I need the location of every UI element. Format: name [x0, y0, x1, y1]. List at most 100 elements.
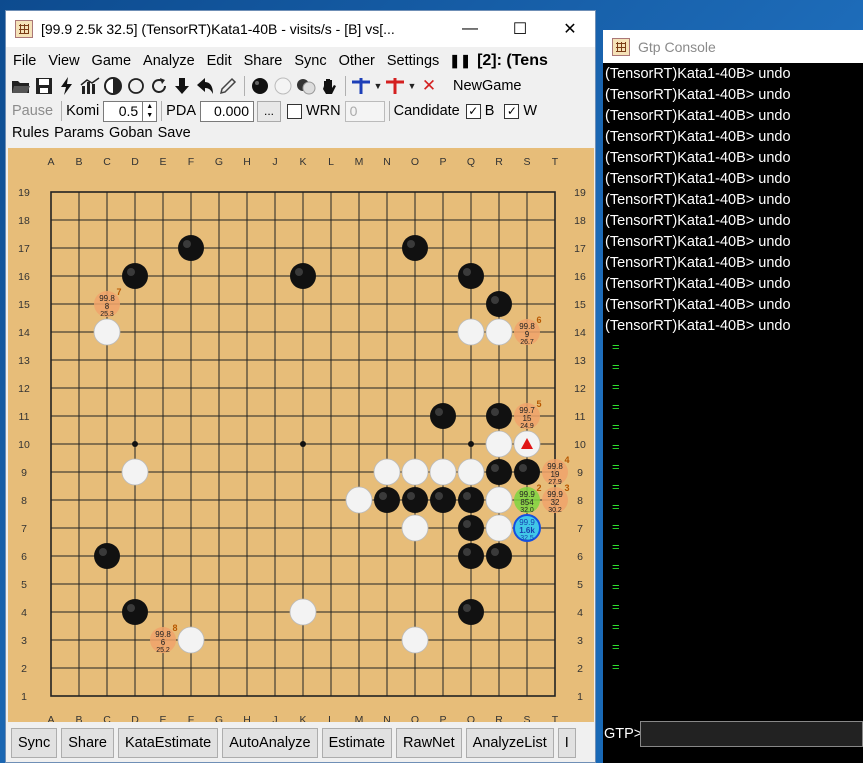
column-label: D [131, 156, 139, 168]
row-label: 10 [18, 439, 30, 451]
gtp-log-line: (TensorRT)Kata1-40B> undo [605, 213, 791, 229]
menu-game[interactable]: Game [86, 53, 138, 69]
menu-edit[interactable]: Edit [201, 53, 238, 69]
goban-button[interactable]: Goban [109, 125, 153, 145]
row-label: 15 [18, 299, 30, 311]
auto-analyze-button[interactable]: AutoAnalyze [222, 728, 318, 758]
share-button[interactable]: Share [61, 728, 114, 758]
star-point [300, 441, 306, 447]
row-label: 12 [574, 383, 586, 395]
stone-highlight [463, 492, 471, 500]
komi-input[interactable]: 0.5 [103, 100, 144, 122]
maximize-button[interactable]: ☐ [495, 11, 545, 47]
white-stone-icon[interactable] [272, 75, 294, 97]
menu-view[interactable]: View [42, 53, 85, 69]
new-game-button[interactable]: NewGame [453, 78, 522, 94]
black-stone [94, 543, 120, 569]
wrn-checkbox[interactable] [287, 103, 302, 119]
auto-play-icon[interactable] [102, 75, 124, 97]
gtp-response-line: = [612, 399, 620, 414]
white-stone [401, 626, 429, 654]
go-board[interactable]: A A B B C C D D E E F F G G H H J J K K L L M M N N O O P P Q Q R R S S T T 19… [8, 148, 594, 722]
dropdown-arrow-icon[interactable]: ▼ [373, 75, 383, 97]
circle-icon[interactable] [125, 75, 147, 97]
black-stone [486, 459, 512, 485]
rules-button[interactable]: Rules [12, 125, 49, 145]
estimate-button[interactable]: Estimate [321, 728, 393, 758]
window-title: [99.9 2.5k 32.5] (TensorRT)Kata1-40B - v… [41, 21, 395, 37]
save-button[interactable]: Save [158, 125, 191, 145]
back-icon[interactable] [194, 75, 216, 97]
row-label: 6 [21, 551, 27, 563]
hand-icon[interactable] [318, 75, 340, 97]
go-board-canvas[interactable]: AABBCCDDEEFFGGHHJJKKLLMMNNOOPPQQRRSSTT19… [8, 148, 594, 722]
toolbar-separator [161, 101, 163, 121]
pause-button[interactable]: Pause [12, 103, 53, 119]
stone-highlight [491, 464, 499, 472]
column-label: J [272, 156, 277, 168]
dropdown-arrow-icon[interactable]: ▼ [407, 75, 417, 97]
more-button[interactable]: I [557, 728, 576, 758]
stone-highlight [463, 520, 471, 528]
black-stone [514, 459, 540, 485]
cycle-icon[interactable] [148, 75, 170, 97]
raw-net-button[interactable]: RawNet [396, 728, 462, 758]
stone-highlight [99, 548, 107, 556]
row-label: 15 [574, 299, 586, 311]
kata-estimate-button[interactable]: KataEstimate [117, 728, 219, 758]
candidate-b-checkbox[interactable]: ✓ [465, 103, 481, 119]
candidate-score: 32.0 [520, 507, 534, 514]
black-stone [290, 263, 316, 289]
title-bar[interactable]: [99.9 2.5k 32.5] (TensorRT)Kata1-40B - v… [6, 11, 595, 47]
flash-icon[interactable] [56, 75, 78, 97]
candidate-label: Candidate [393, 103, 460, 119]
menu-other[interactable]: Other [333, 53, 381, 69]
black-stone [458, 515, 484, 541]
gtp-response-line: = [612, 459, 620, 474]
pda-input[interactable]: 0.000 [200, 100, 254, 122]
column-label: T [552, 156, 559, 168]
column-label: H [243, 156, 251, 168]
menu-sync[interactable]: Sync [288, 53, 332, 69]
candidate-w-checkbox[interactable]: ✓ [504, 103, 520, 119]
minimize-button[interactable]: — [445, 11, 495, 47]
red-cross-icon[interactable] [384, 75, 406, 97]
black-stone-icon[interactable] [249, 75, 271, 97]
white-stone [485, 318, 513, 346]
open-icon[interactable] [10, 75, 32, 97]
gtp-command-input[interactable] [640, 721, 863, 747]
pda-more-button[interactable]: ... [257, 100, 281, 122]
wrn-input[interactable]: 0 [344, 100, 385, 122]
pencil-icon[interactable] [217, 75, 239, 97]
blue-cross-icon[interactable] [350, 75, 372, 97]
mixed-stone-icon[interactable] [295, 75, 317, 97]
komi-spinner[interactable]: ▲ ▼ [143, 100, 158, 122]
menu-settings[interactable]: Settings [381, 53, 445, 69]
black-stone [402, 487, 428, 513]
sync-button[interactable]: Sync [11, 728, 58, 758]
row-label: 5 [21, 579, 27, 591]
column-label: N [383, 714, 391, 722]
menu-file[interactable]: File [6, 53, 42, 69]
app-icon [612, 37, 630, 56]
pause-icon[interactable]: ❚❚ [449, 53, 471, 69]
engine-status[interactable]: [2]: (Tens [477, 52, 548, 70]
row-label: 13 [18, 355, 30, 367]
menu-share[interactable]: Share [238, 53, 289, 69]
gtp-title-bar[interactable]: Gtp Console [603, 30, 863, 63]
candidate-visits: 8 [105, 302, 110, 311]
black-stone [458, 543, 484, 569]
analyze-list-button[interactable]: AnalyzeList [465, 728, 554, 758]
close-button[interactable]: ✕ [545, 11, 595, 47]
toolbar-separator [345, 75, 346, 96]
row-label: 5 [577, 579, 583, 591]
down-arrow-icon[interactable] [171, 75, 193, 97]
clear-icon[interactable]: ✕ [418, 75, 440, 97]
params-button[interactable]: Params [54, 125, 104, 145]
chart-icon[interactable] [79, 75, 101, 97]
toolbar-separator [388, 101, 390, 121]
menu-analyze[interactable]: Analyze [137, 53, 201, 69]
row-label: 9 [21, 467, 27, 479]
column-label: G [215, 156, 223, 168]
save-icon[interactable] [33, 75, 55, 97]
